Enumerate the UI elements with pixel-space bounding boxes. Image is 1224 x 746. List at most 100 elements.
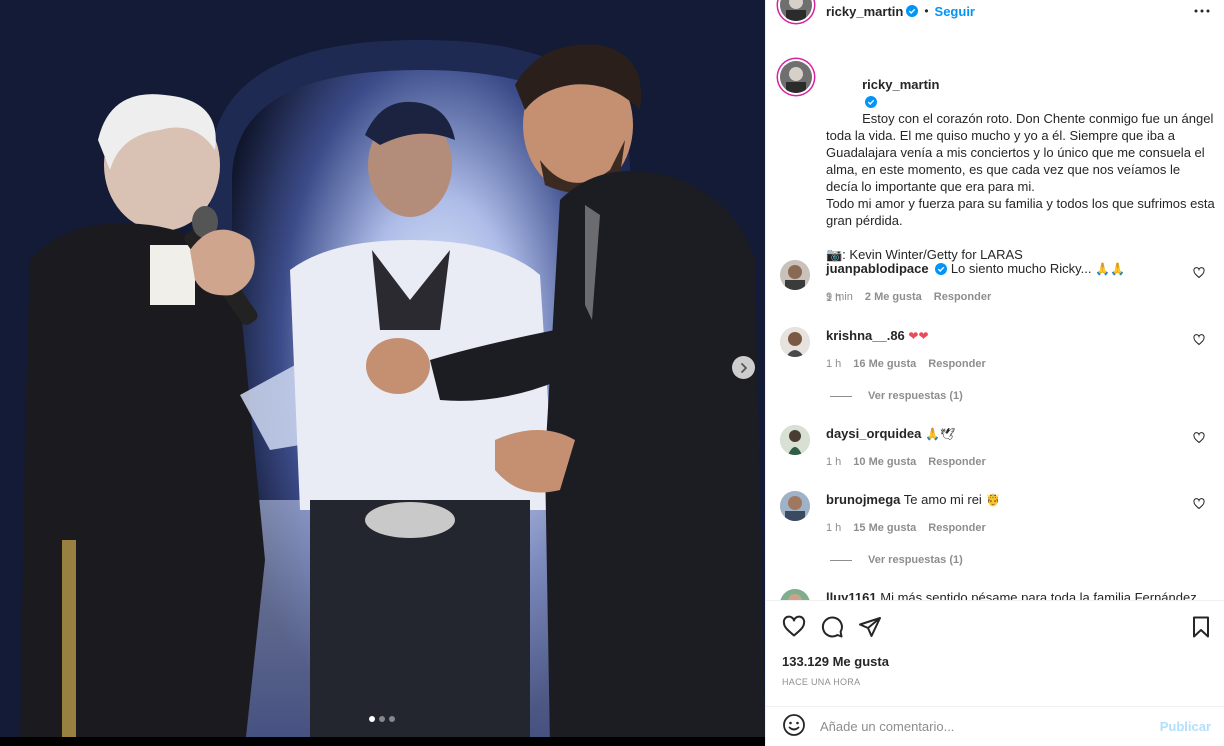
carousel-indicators bbox=[369, 716, 395, 722]
avatar-image bbox=[780, 327, 810, 357]
comment-emoji: 🤴 bbox=[985, 493, 1001, 507]
reply-button[interactable]: Responder bbox=[934, 289, 991, 306]
comment-time[interactable]: 1 h bbox=[826, 356, 841, 373]
emoji-picker-button[interactable] bbox=[782, 713, 806, 740]
commenter-avatar[interactable] bbox=[780, 589, 810, 600]
avatar-image bbox=[780, 0, 812, 21]
view-replies-button[interactable]: Ver respuestas (1) bbox=[830, 554, 963, 566]
comment-meta: 1 h 15 Me gusta Responder bbox=[826, 520, 1186, 537]
avatar-image bbox=[780, 589, 810, 600]
comment-time[interactable]: 1 h bbox=[826, 520, 841, 537]
reply-button[interactable]: Responder bbox=[928, 356, 985, 373]
comment-item: juanpablodipace Lo siento mucho Ricky...… bbox=[780, 260, 1215, 306]
carousel-dot bbox=[379, 716, 385, 722]
comment-body: brunojmega Te amo mi rei 🤴 1 h 15 Me gus… bbox=[826, 491, 1186, 537]
carousel-dot bbox=[389, 716, 395, 722]
comment-item: daysi_orquidea 🙏🕊 1 h 10 Me gusta Respon… bbox=[780, 425, 1215, 471]
verified-badge-icon bbox=[906, 5, 919, 17]
like-button[interactable] bbox=[782, 615, 806, 642]
comment-emoji: 🙏🙏 bbox=[1095, 262, 1125, 276]
commenter-username[interactable]: brunojmega bbox=[826, 492, 900, 507]
smiley-icon bbox=[783, 714, 805, 736]
comment-item: krishna__.86 ❤❤ 1 h 16 Me gusta Responde… bbox=[780, 327, 1215, 373]
author-username[interactable]: ricky_martin bbox=[826, 4, 903, 19]
commenter-username[interactable]: krishna__.86 bbox=[826, 328, 905, 343]
comment-emoji: ❤❤ bbox=[908, 329, 929, 343]
share-button[interactable] bbox=[858, 615, 882, 642]
replies-divider-line bbox=[830, 395, 852, 397]
replies-divider-line bbox=[830, 559, 852, 561]
post-timestamp[interactable]: HACE UNA HORA bbox=[782, 677, 860, 687]
more-horizontal-icon[interactable] bbox=[1193, 2, 1211, 20]
save-button[interactable] bbox=[1189, 615, 1213, 642]
comment-meta: 1 h 16 Me gusta Responder bbox=[826, 356, 1186, 373]
header-separator: • bbox=[924, 4, 929, 18]
comment-likes[interactable]: 16 Me gusta bbox=[853, 356, 916, 373]
likes-count[interactable]: 133.129 Me gusta bbox=[782, 654, 889, 669]
avatar-image bbox=[780, 425, 810, 455]
comment-body: krishna__.86 ❤❤ 1 h 16 Me gusta Responde… bbox=[826, 327, 1186, 373]
comment-body: juanpablodipace Lo siento mucho Ricky...… bbox=[826, 260, 1186, 306]
comment-button[interactable] bbox=[820, 615, 844, 642]
next-slide-button[interactable] bbox=[732, 356, 755, 379]
reply-button[interactable]: Responder bbox=[928, 454, 985, 471]
avatar-image bbox=[780, 491, 810, 521]
comments-list[interactable]: ricky_martin Estoy con el corazón roto. … bbox=[766, 44, 1224, 600]
comment-meta: 9 min 2 Me gusta Responder bbox=[826, 289, 1186, 306]
view-replies-button[interactable]: Ver respuestas (1) bbox=[830, 390, 963, 402]
commenter-avatar[interactable] bbox=[780, 491, 810, 521]
commenter-username[interactable]: juanpablodipace bbox=[826, 261, 929, 276]
post-media[interactable] bbox=[0, 0, 765, 746]
commenter-avatar[interactable] bbox=[780, 260, 810, 290]
avatar-image bbox=[780, 260, 810, 290]
action-icons bbox=[782, 615, 882, 642]
comment-time[interactable]: 9 min bbox=[826, 289, 853, 306]
commenter-avatar[interactable] bbox=[780, 327, 810, 357]
caption-text: Estoy con el corazón roto. Don Chente co… bbox=[826, 111, 1215, 262]
bookmark-icon bbox=[1193, 616, 1209, 638]
verified-badge-icon bbox=[865, 96, 878, 108]
author-avatar[interactable] bbox=[780, 0, 812, 21]
heart-icon[interactable] bbox=[1193, 498, 1205, 510]
comment-text: Te amo mi rei bbox=[903, 492, 982, 507]
post-side-panel: ricky_martin • Seguir ricky_martin Estoy… bbox=[765, 0, 1224, 746]
post-header: ricky_martin • Seguir bbox=[766, 0, 1224, 22]
comment-meta: 1 h 10 Me gusta Responder bbox=[826, 454, 1186, 471]
view-replies-label: Ver respuestas (1) bbox=[868, 554, 963, 566]
post-photo bbox=[0, 0, 765, 746]
comment-item: lluy1161 Mi más sentido pésame para toda… bbox=[780, 589, 1215, 600]
comment-likes[interactable]: 15 Me gusta bbox=[853, 520, 916, 537]
comment-icon bbox=[821, 616, 843, 638]
comment-composer: Publicar bbox=[766, 706, 1224, 746]
paper-plane-icon bbox=[859, 617, 881, 637]
media-bottom-edge bbox=[0, 737, 765, 746]
comment-likes[interactable]: 2 Me gusta bbox=[865, 289, 922, 306]
avatar-image bbox=[780, 61, 812, 93]
commenter-username[interactable]: lluy1161 bbox=[826, 590, 877, 600]
comment-item: brunojmega Te amo mi rei 🤴 1 h 15 Me gus… bbox=[780, 491, 1215, 537]
reply-button[interactable]: Responder bbox=[928, 520, 985, 537]
comment-emoji: 🙏🕊 bbox=[925, 427, 956, 441]
publish-button[interactable]: Publicar bbox=[1160, 719, 1211, 734]
follow-button[interactable]: Seguir bbox=[935, 4, 975, 19]
comment-input[interactable] bbox=[820, 719, 1140, 734]
commenter-username[interactable]: daysi_orquidea bbox=[826, 426, 921, 441]
post-actions: 133.129 Me gusta HACE UNA HORA bbox=[766, 600, 1224, 706]
comment-text: Lo siento mucho Ricky... bbox=[950, 261, 1092, 276]
comment-body: daysi_orquidea 🙏🕊 1 h 10 Me gusta Respon… bbox=[826, 425, 1186, 471]
commenter-avatar[interactable] bbox=[780, 425, 810, 455]
caption-username[interactable]: ricky_martin bbox=[862, 77, 939, 92]
heart-icon bbox=[782, 615, 806, 637]
heart-icon[interactable] bbox=[1193, 267, 1205, 279]
carousel-dot bbox=[369, 716, 375, 722]
verified-badge-icon bbox=[935, 263, 948, 275]
view-replies-label: Ver respuestas (1) bbox=[868, 390, 963, 402]
heart-icon[interactable] bbox=[1193, 334, 1205, 346]
chevron-right-icon bbox=[740, 362, 747, 373]
comment-text: Mi más sentido pésame para toda la famil… bbox=[880, 590, 1197, 600]
comment-likes[interactable]: 10 Me gusta bbox=[853, 454, 916, 471]
caption-author-avatar[interactable] bbox=[780, 61, 812, 93]
comment-time[interactable]: 1 h bbox=[826, 454, 841, 471]
heart-icon[interactable] bbox=[1193, 432, 1205, 444]
comment-body: lluy1161 Mi más sentido pésame para toda… bbox=[826, 589, 1206, 600]
